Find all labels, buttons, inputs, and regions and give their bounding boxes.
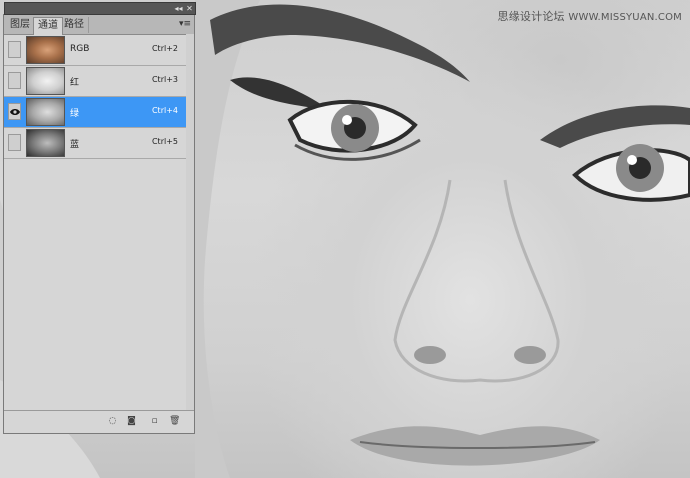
eye-icon: [10, 109, 20, 115]
channel-shortcut: Ctrl+2: [151, 44, 178, 53]
channel-row-rgb[interactable]: RGB Ctrl+2: [4, 35, 194, 66]
delete-channel-icon[interactable]: 🗑: [169, 416, 180, 427]
channel-shortcut: Ctrl+3: [151, 75, 178, 84]
channel-shortcut: Ctrl+5: [151, 137, 178, 146]
watermark: 思缘设计论坛 WWW.MISSYUAN.COM: [498, 8, 682, 24]
channel-thumbnail-red: [26, 67, 65, 95]
channel-thumbnail-green: [26, 98, 65, 126]
channel-name: 红: [70, 78, 80, 88]
load-selection-icon[interactable]: ◌: [107, 416, 118, 427]
channel-row-red[interactable]: 红 Ctrl+3: [4, 66, 194, 97]
channel-thumbnail-rgb: [26, 36, 65, 64]
visibility-toggle[interactable]: [8, 72, 21, 89]
visibility-toggle[interactable]: [8, 41, 21, 58]
channels-panel: ◂◂ ✕ 图层 通道 路径 ▾≡ RGB Ctrl+2 红 Ctrl+3 绿 C…: [3, 2, 196, 434]
watermark-url: WWW.MISSYUAN.COM: [568, 12, 682, 23]
visibility-toggle[interactable]: [8, 134, 21, 151]
tab-paths[interactable]: 路径: [60, 17, 89, 33]
channel-name: 蓝: [70, 140, 80, 150]
channel-shortcut: Ctrl+4: [151, 106, 178, 115]
panel-menu-icon[interactable]: ▾≡: [179, 18, 191, 30]
tab-layers[interactable]: 图层: [6, 17, 35, 33]
new-channel-icon[interactable]: ▫: [149, 416, 160, 427]
collapse-arrows-icon[interactable]: ◂◂: [173, 3, 184, 14]
channel-row-green[interactable]: 绿 Ctrl+4: [4, 97, 194, 128]
channel-name: RGB: [70, 44, 90, 54]
visibility-toggle[interactable]: [8, 103, 21, 120]
scrollbar[interactable]: [186, 34, 194, 410]
close-icon[interactable]: ✕: [184, 3, 195, 14]
panel-title-bar[interactable]: ◂◂ ✕: [4, 2, 196, 15]
tab-channels[interactable]: 通道: [33, 17, 63, 35]
watermark-text: 思缘设计论坛: [497, 10, 565, 23]
channel-row-blue[interactable]: 蓝 Ctrl+5: [4, 128, 194, 159]
panel-footer: ◌ ◙ ▫ 🗑: [4, 410, 194, 433]
panel-tab-bar: 图层 通道 路径 ▾≡: [4, 15, 194, 35]
channel-name: 绿: [70, 109, 80, 119]
channel-thumbnail-blue: [26, 129, 65, 157]
save-selection-icon[interactable]: ◙: [126, 416, 137, 427]
